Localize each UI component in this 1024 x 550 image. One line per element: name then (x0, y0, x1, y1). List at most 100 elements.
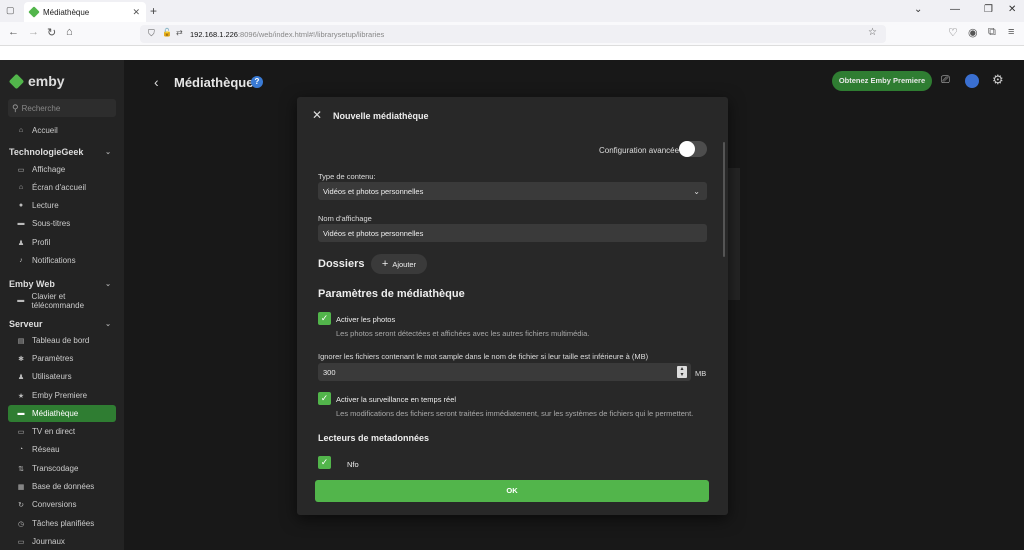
bookmark-star-icon[interactable]: ☆ (868, 27, 877, 38)
sidebar-item-tv-en-direct[interactable]: ▭ TV en direct (8, 423, 116, 440)
nfo-checkbox[interactable]: ✓ (318, 456, 331, 469)
sidebar-item-label: Tableau de bord (32, 336, 90, 345)
tab-title: Médiathèque (43, 7, 90, 17)
realtime-monitoring-checkbox[interactable]: ✓ (318, 392, 331, 405)
section-title: Serveur (9, 319, 43, 329)
browser-tab-bar: ▢ Médiathèque ✕ + ⌄ — ❐ ✕ (0, 0, 1024, 22)
new-tab-icon[interactable]: + (150, 4, 157, 18)
enable-photos-checkbox[interactable]: ✓ (318, 312, 331, 325)
sidebar-item-reseau[interactable]: ◔ Réseau (8, 441, 116, 458)
restore-icon[interactable]: ❐ (984, 4, 993, 15)
shield-icon[interactable]: ⛉ (148, 28, 155, 39)
sidebar-item-clavier[interactable]: ▬ Clavier et télécommande (8, 292, 116, 310)
reload-icon[interactable]: ↻ (47, 26, 56, 39)
browser-nav-bar: ← → ↻ ⌂ ⛉ 🔓 ⇄ 192.168.1.226:8096/web/ind… (0, 22, 1024, 46)
ignore-sample-size-input[interactable]: 300 (318, 363, 691, 381)
search-input[interactable]: ⚲ Recherche (8, 99, 116, 117)
pocket-icon[interactable]: ♡ (948, 26, 958, 39)
minimize-icon[interactable]: — (950, 4, 960, 15)
insecure-lock-icon[interactable]: 🔓 (162, 28, 172, 37)
sidebar-section-technologiegeek[interactable]: TechnologieGeek ⌄ (9, 147, 117, 157)
close-tab-icon[interactable]: ✕ (132, 7, 140, 18)
bell-icon: ♪ (19, 257, 23, 264)
back-icon[interactable]: ← (8, 26, 19, 38)
content-type-select[interactable]: Vidéos et photos personnelles ⌄ (318, 182, 707, 200)
sidebar-section-serveur[interactable]: Serveur ⌄ (9, 319, 117, 329)
cast-icon[interactable]: ⎚ (941, 74, 950, 87)
display-icon: ▭ (17, 166, 25, 174)
sidebar-item-label: Écran d'accueil (32, 183, 86, 192)
new-library-dialog: ✕ Nouvelle médiathèque Configuration ava… (297, 97, 728, 515)
transcode-icon: ⇅ (18, 465, 24, 473)
sidebar-section-emby-web[interactable]: Emby Web ⌄ (9, 279, 117, 289)
close-window-icon[interactable]: ✕ (1008, 4, 1016, 15)
sidebar-item-label: Lecture (32, 201, 59, 210)
avatar[interactable] (965, 74, 979, 88)
home-icon[interactable]: ⌂ (66, 26, 73, 38)
sidebar-item-affichage[interactable]: ▭ Affichage (8, 161, 116, 178)
sidebar-item-profil[interactable]: ♟ Profil (8, 234, 116, 251)
url-bar[interactable]: ⛉ 🔓 ⇄ 192.168.1.226:8096/web/index.html#… (140, 25, 886, 43)
dialog-scrollbar[interactable] (723, 142, 725, 257)
url-path: :8096/web/index.html#!/librarysetup/libr… (237, 29, 385, 39)
tab-overview-icon[interactable]: ▢ (6, 5, 15, 16)
sidebar-item-mediatheque[interactable]: ▬ Médiathèque (8, 405, 116, 422)
help-icon[interactable]: ? (251, 76, 263, 88)
sidebar-item-label: Journaux (32, 537, 65, 546)
keyboard-icon: ▬ (17, 297, 25, 304)
back-arrow-icon[interactable]: ‹ (154, 74, 159, 90)
sidebar-item-accueil[interactable]: ⌂ Accueil (8, 122, 116, 139)
display-name-input[interactable]: Vidéos et photos personnelles (318, 224, 707, 242)
sidebar-item-label: Médiathèque (32, 409, 79, 418)
nfo-label: Nfo (347, 460, 359, 469)
permissions-icon[interactable]: ⇄ (176, 28, 183, 37)
add-folder-button[interactable]: + Ajouter (371, 254, 427, 274)
dialog-title: Nouvelle médiathèque (333, 111, 429, 121)
sidebar-item-journaux[interactable]: ▭ Journaux (8, 533, 116, 550)
realtime-monitoring-label: Activer la surveillance en temps réel (336, 395, 457, 404)
sidebar-item-emby-premiere[interactable]: ★ Emby Premiere (8, 387, 116, 404)
browser-tab[interactable]: Médiathèque ✕ (24, 2, 146, 22)
get-premiere-button[interactable]: Obtenez Emby Premiere (832, 71, 932, 91)
content-type-value: Vidéos et photos personnelles (323, 186, 424, 196)
plus-icon: + (381, 258, 389, 270)
url-host: 192.168.1.226 (190, 29, 238, 39)
close-icon[interactable]: ✕ (312, 108, 322, 122)
search-placeholder: Recherche (21, 103, 61, 113)
menu-icon[interactable]: ≡ (1008, 26, 1014, 38)
sidebar-item-label: Profil (32, 238, 51, 247)
add-button-label: Ajouter (392, 259, 417, 269)
dashboard-icon: ▤ (17, 337, 25, 345)
clock-icon: ◷ (17, 520, 25, 528)
database-icon: ▦ (17, 483, 25, 491)
advanced-settings-label: Configuration avancée (599, 146, 680, 155)
emby-logo[interactable]: emby (8, 73, 65, 89)
subtitles-icon: ▬ (17, 220, 25, 227)
ok-button[interactable]: OK (315, 480, 709, 502)
logo-text: emby (28, 73, 65, 89)
sidebar-item-label: Emby Premiere (32, 391, 88, 400)
sidebar-item-ecran-accueil[interactable]: ⌂ Écran d'accueil (8, 179, 116, 196)
forward-icon[interactable]: → (28, 26, 39, 38)
sidebar-item-sous-titres[interactable]: ▬ Sous-titres (8, 215, 116, 232)
sidebar-item-taches-planifiees[interactable]: ◷ Tâches planifiées (8, 515, 116, 532)
display-name-value: Vidéos et photos personnelles (323, 228, 424, 238)
advanced-settings-toggle[interactable] (679, 141, 707, 157)
sidebar-item-notifications[interactable]: ♪ Notifications (8, 252, 116, 269)
library-settings-heading: Paramètres de médiathèque (318, 288, 465, 300)
play-circle-icon: ● (18, 202, 24, 209)
sidebar-item-parametres[interactable]: ✱ Paramètres (8, 350, 116, 367)
extensions-icon[interactable]: ⧉ (988, 26, 996, 39)
enable-photos-description: Les photos seront détectées et affichées… (336, 329, 590, 338)
quantity-stepper[interactable]: ▴ ▾ (677, 366, 687, 378)
sidebar-item-utilisateurs[interactable]: ♟ Utilisateurs (8, 368, 116, 385)
emby-app: emby ⚲ Recherche ⌂ Accueil TechnologieGee… (0, 60, 1024, 550)
sidebar-item-conversions[interactable]: ↻ Conversions (8, 496, 116, 513)
chevron-down-icon[interactable]: ⌄ (914, 4, 922, 15)
gear-icon[interactable]: ⚙ (992, 72, 1004, 88)
sidebar-item-lecture[interactable]: ● Lecture (8, 197, 116, 214)
sidebar-item-base-de-donnees[interactable]: ▦ Base de données (8, 478, 116, 495)
sidebar-item-tableau-de-bord[interactable]: ▤ Tableau de bord (8, 332, 116, 349)
sidebar-item-transcodage[interactable]: ⇅ Transcodage (8, 460, 116, 477)
account-icon[interactable]: ◉ (968, 26, 978, 39)
